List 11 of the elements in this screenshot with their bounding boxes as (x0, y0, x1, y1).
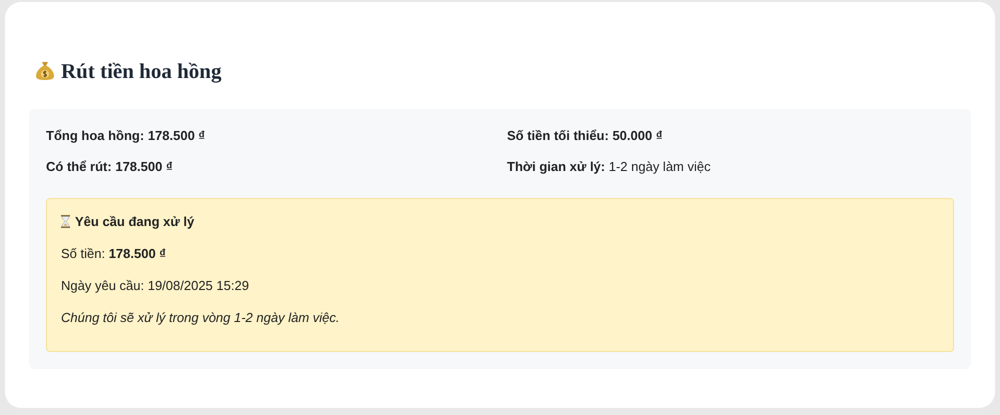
summary-text: Số tiền tối thiểu: 50.000 ₫ (507, 128, 664, 143)
hourglass-icon (61, 215, 70, 228)
money-bag-icon (36, 61, 54, 81)
page-title: Rút tiền hoa hồng (61, 59, 222, 84)
request-date-text: Ngày yêu cầu: 19/08/2025 15:29 (61, 278, 250, 293)
processing-note: Chúng tôi sẽ xử lý trong vòng 1-2 ngày làm việc. (61, 310, 340, 325)
amount-text: Số tiền: 178.500 ₫ (61, 246, 167, 261)
summary-text: Có thể rút: 178.500 ₫ (46, 159, 174, 174)
summary-text: Tổng hoa hồng: 178.500 ₫ (46, 128, 206, 143)
summary-text: Thời gian xử lý: 1-2 ngày làm việc (507, 159, 712, 174)
notice-title: Yêu cầu đang xử lý (75, 214, 194, 229)
